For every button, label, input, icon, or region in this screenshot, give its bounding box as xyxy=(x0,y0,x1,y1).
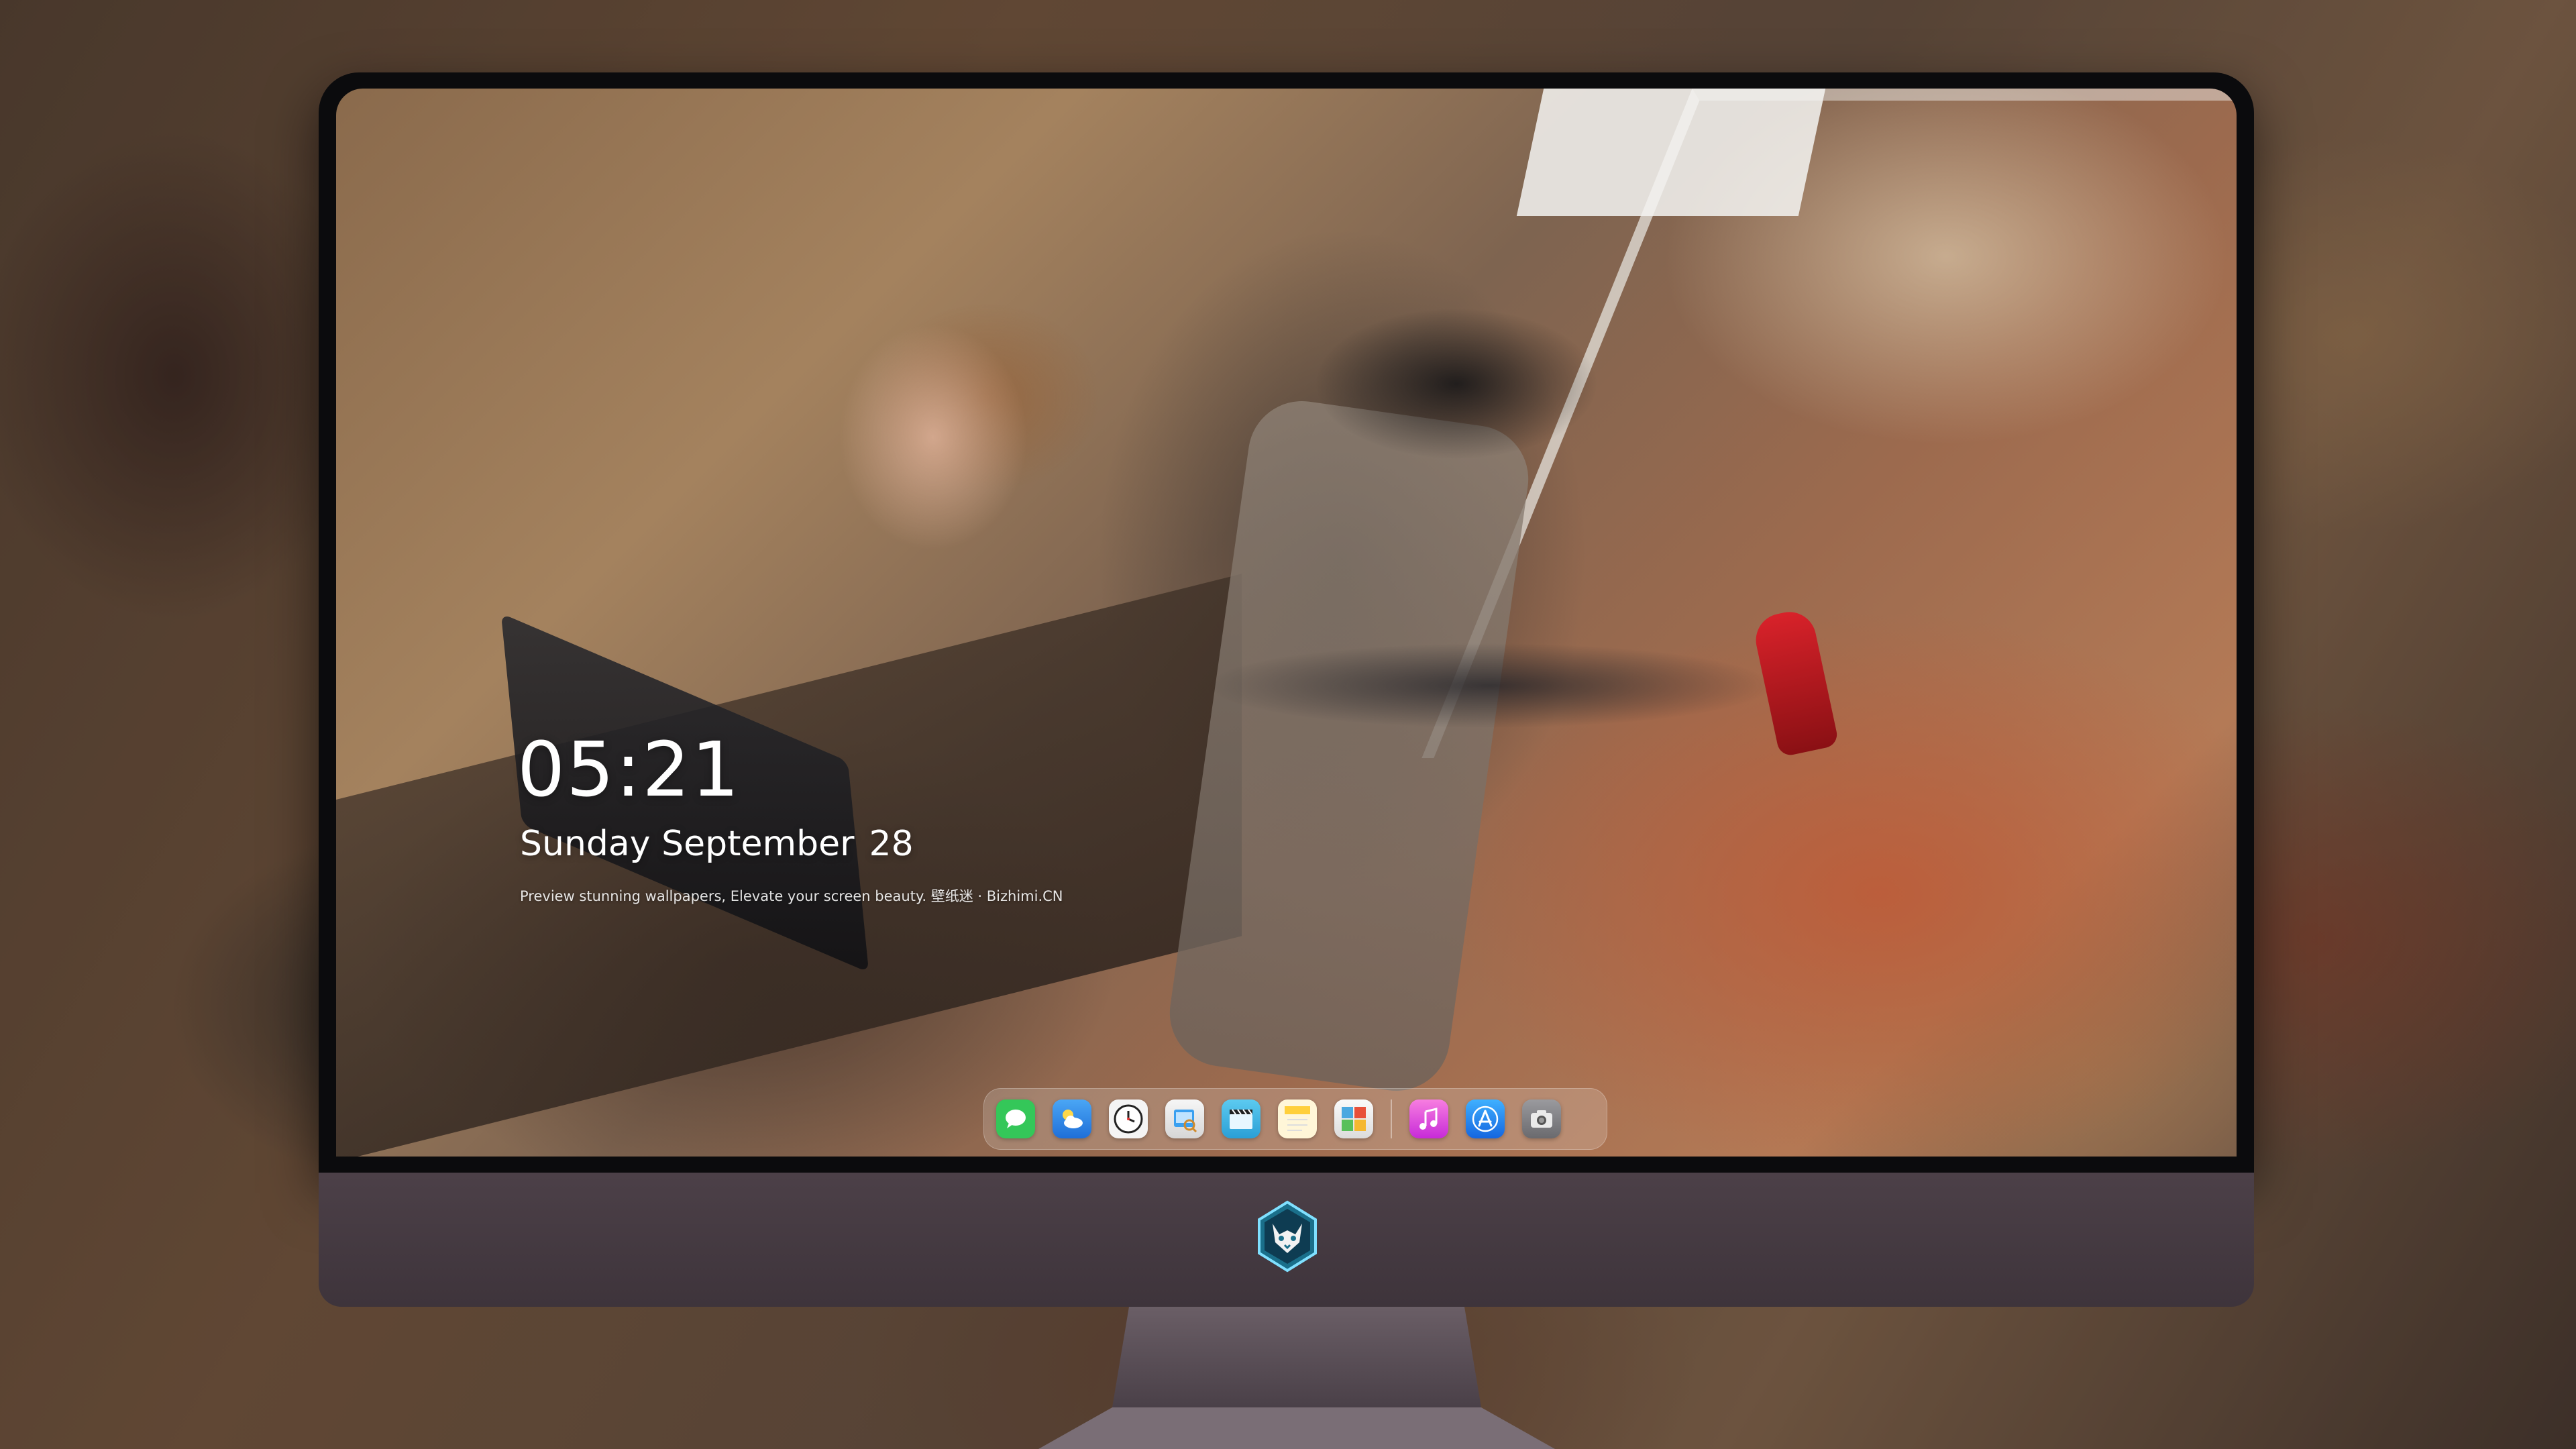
dock xyxy=(983,1088,1607,1150)
dock-item-notes[interactable] xyxy=(1278,1099,1317,1138)
wallpaper-figure xyxy=(752,250,2027,1021)
app-store-icon xyxy=(1472,1106,1499,1132)
monitor-stand xyxy=(1038,1307,1555,1449)
dock-item-screenshot[interactable] xyxy=(1522,1099,1561,1138)
dock-item-app-store[interactable] xyxy=(1466,1099,1505,1138)
photo-booth-icon xyxy=(1342,1107,1366,1131)
desktop-screen: 05:21 Sunday September 28 Preview stunnin… xyxy=(336,89,2237,1157)
preview-icon xyxy=(1174,1110,1197,1133)
date-day: 28 xyxy=(869,824,914,864)
dock-item-photo-booth[interactable] xyxy=(1334,1099,1373,1138)
dock-separator xyxy=(1391,1099,1392,1138)
fox-mascot-logo-icon xyxy=(1258,1200,1317,1273)
monitor: 05:21 Sunday September 28 Preview stunnin… xyxy=(319,72,2254,1449)
music-icon xyxy=(1419,1108,1438,1130)
weather-icon xyxy=(1063,1110,1083,1128)
monitor-bezel: 05:21 Sunday September 28 Preview stunnin… xyxy=(319,72,2254,1173)
notes-icon xyxy=(1285,1106,1310,1131)
clock-icon xyxy=(1114,1104,1143,1134)
lock-screen-date: Sunday September 28 xyxy=(520,826,914,861)
dock-item-messages[interactable] xyxy=(996,1099,1035,1138)
lock-screen-time: 05:21 xyxy=(517,727,741,814)
dock-item-weather[interactable] xyxy=(1053,1099,1091,1138)
video-editor-icon xyxy=(1230,1109,1252,1129)
dock-item-clock[interactable] xyxy=(1109,1099,1148,1138)
date-weekday-month: Sunday September xyxy=(520,824,855,864)
wallpaper-tagline: Preview stunning wallpapers, Elevate you… xyxy=(520,888,1063,904)
messages-icon xyxy=(1006,1110,1026,1128)
dock-item-music[interactable] xyxy=(1409,1099,1448,1138)
wallpaper-whiteboard xyxy=(1516,89,1826,216)
screenshot-icon xyxy=(1531,1110,1552,1128)
dock-item-video-editor[interactable] xyxy=(1222,1099,1260,1138)
dock-item-preview[interactable] xyxy=(1165,1099,1204,1138)
monitor-chin xyxy=(319,1173,2254,1307)
